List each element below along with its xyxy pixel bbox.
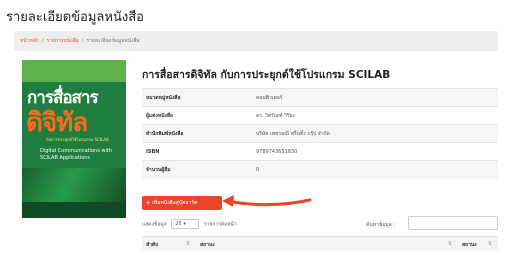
add-bookmark-button[interactable]: + เพิ่มหนังสือสู่บุ๊คมาร์ค (142, 196, 222, 210)
plus-icon: + (146, 200, 151, 206)
column-header-status[interactable]: สถานะ (200, 241, 215, 249)
info-label: จำนวนผู้ยืม (142, 160, 254, 179)
list-table-header: ลำดับ ⇅ สถานะ ⇅ สถานะ ⇅ (142, 236, 498, 250)
sort-icon[interactable]: ⇅ (448, 241, 452, 247)
info-row-isbn: ISBN 9789743651830 (142, 142, 498, 161)
page-length-select[interactable]: 25 ▾ (171, 219, 200, 229)
breadcrumb-separator: / (41, 38, 44, 44)
book-info-table: หมวดหมู่หนังสือ คอมพิวเตอร์ ผู้แต่งหนังส… (142, 88, 498, 179)
cover-english-title: Digital Communications with SCILAB Appli… (40, 148, 113, 161)
book-cover-image: การสื่อสาร ดิจิทัล กับการประยุกต์ใช้โปรแ… (22, 60, 126, 218)
breadcrumb-link-home[interactable]: หน้าหลัก (20, 38, 39, 44)
chevron-down-icon: ▾ (183, 221, 186, 227)
info-row-category: หมวดหมู่หนังสือ คอมพิวเตอร์ (142, 88, 498, 107)
column-header-order[interactable]: ลำดับ (146, 241, 158, 249)
page-title: รายละเอียดข้อมูลหนังสือ (6, 10, 144, 25)
show-label: แสดงข้อมูล (142, 221, 167, 228)
info-label: สำนักพิมพ์หนังสือ (142, 124, 254, 143)
info-row-publisher: สำนักพิมพ์หนังสือ บริษัท เพชรมณี พริ้นติ… (142, 124, 498, 143)
cover-subtitle: กับการประยุกต์ใช้โปรแกรม SCILAB (46, 137, 109, 142)
info-label: ISBN (142, 142, 254, 161)
arrow-pointer-icon (222, 195, 312, 207)
info-label: ผู้แต่งหนังสือ (142, 106, 254, 125)
info-value: บริษัท เพชรมณี พริ้นติ้ง กรุ๊ป จำกัด (254, 124, 498, 143)
sort-icon[interactable]: ⇅ (488, 241, 492, 247)
search-label: ค้นหาข้อมูล : (366, 222, 395, 228)
cover-bottom-band (22, 202, 126, 218)
sort-icon[interactable]: ⇅ (186, 241, 190, 247)
cover-graphic-band (22, 168, 126, 202)
info-row-borrow-count: จำนวนผู้ยืม 0 (142, 160, 498, 179)
info-value: ดร. วิศรัณฑ์ วิริยะ (254, 106, 498, 125)
info-value: 0 (254, 160, 498, 179)
info-value: คอมพิวเตอร์ (254, 88, 498, 107)
column-header-status-right[interactable]: สถานะ (462, 241, 477, 249)
entries-label: รายการต่อหน้า (203, 221, 237, 228)
page-length-control: แสดงข้อมูล 25 ▾ รายการต่อหน้า (142, 219, 237, 229)
page-length-value: 25 (175, 221, 182, 227)
breadcrumb-link-books[interactable]: รายการหนังสือ (47, 38, 79, 44)
info-label: หมวดหมู่หนังสือ (142, 88, 254, 107)
book-title: การสื่อสารดิจิทัล กับการประยุกต์ใช้โปรแก… (142, 69, 391, 81)
search-input[interactable] (408, 216, 498, 230)
info-row-author: ผู้แต่งหนังสือ ดร. วิศรัณฑ์ วิริยะ (142, 106, 498, 125)
add-bookmark-label: เพิ่มหนังสือสู่บุ๊คมาร์ค (152, 200, 198, 206)
cover-top-band (22, 60, 126, 82)
breadcrumb: หน้าหลัก / รายการหนังสือ / รายละเอียดข้อมูลห… (14, 31, 498, 51)
breadcrumb-current: รายละเอียดข้อมูลหนังสือ (86, 38, 140, 44)
info-value: 9789743651830 (254, 142, 498, 161)
